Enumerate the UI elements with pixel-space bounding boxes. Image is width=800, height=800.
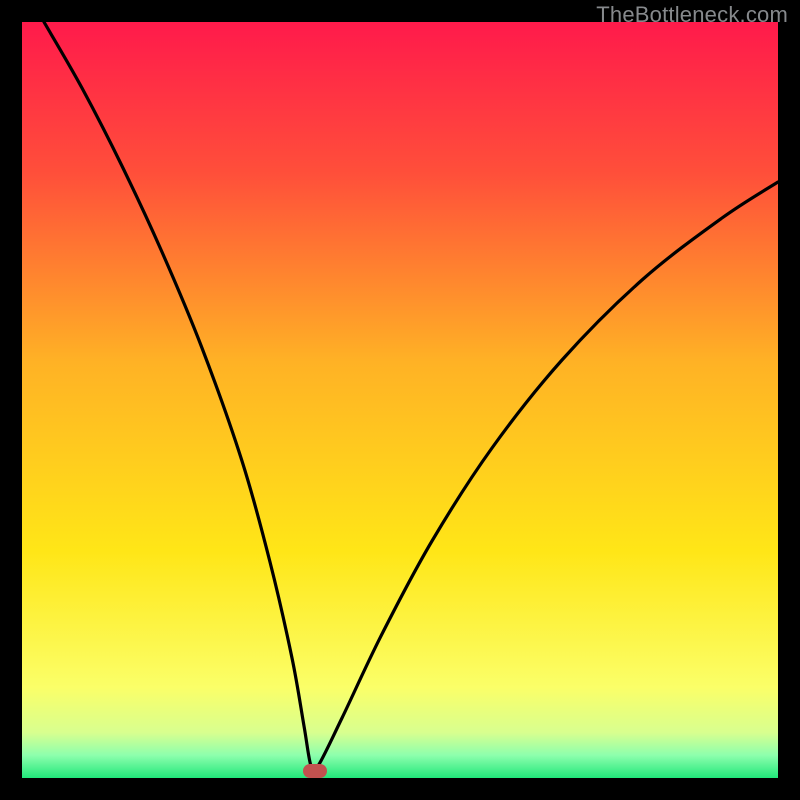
bottleneck-curve xyxy=(22,22,778,778)
optimal-marker xyxy=(303,764,327,778)
plot-frame xyxy=(22,22,778,778)
